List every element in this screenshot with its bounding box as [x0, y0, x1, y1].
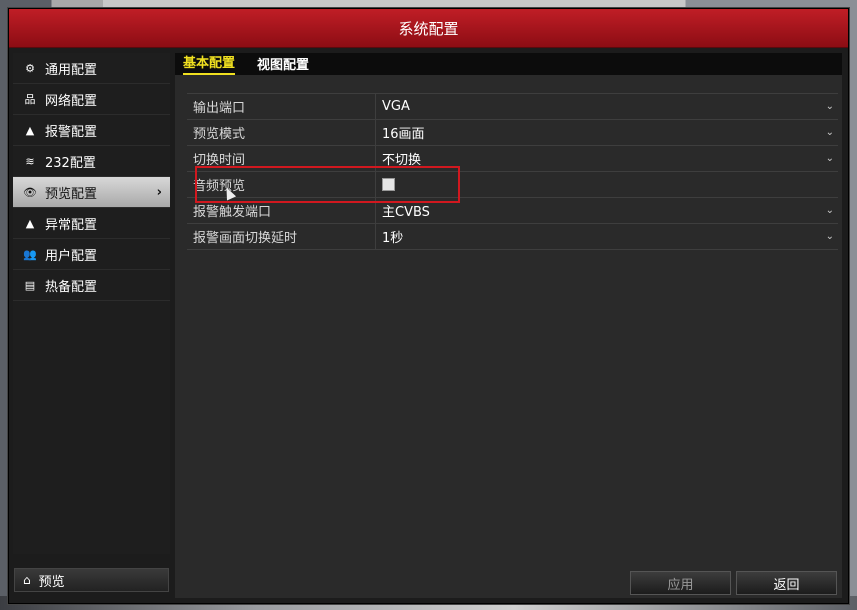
sidebar-item-label: 用户配置: [45, 248, 98, 264]
sidebar-item-232[interactable]: ≋ 232配置: [13, 146, 170, 177]
form-row-preview-mode: 预览模式 16画面 ⌄: [187, 120, 838, 146]
alarm-trigger-port-select[interactable]: 主CVBS ⌄: [376, 198, 838, 223]
form-row-output-port: 输出端口 VGA ⌄: [187, 94, 838, 120]
chevron-down-icon: ⌄: [825, 231, 834, 242]
select-value: VGA: [382, 99, 410, 114]
output-port-select[interactable]: VGA ⌄: [376, 94, 838, 119]
sidebar-item-general[interactable]: ⚙ 通用配置: [13, 53, 170, 84]
home-icon: ⌂: [23, 573, 31, 587]
alarm-switch-delay-select[interactable]: 1秒 ⌄: [376, 224, 838, 249]
apply-button[interactable]: 应用: [630, 571, 731, 595]
sidebar-item-label: 通用配置: [45, 62, 98, 78]
form-row-alarm-switch-delay: 报警画面切换延时 1秒 ⌄: [187, 224, 838, 250]
window-title: 系统配置: [9, 9, 848, 48]
field-label: 预览模式: [187, 120, 376, 145]
form-row-switch-time: 切换时间 不切换 ⌄: [187, 146, 838, 172]
serial-port-icon: ≋: [25, 154, 35, 168]
sidebar-item-users[interactable]: 👥 用户配置: [13, 239, 170, 270]
system-config-window: 系统配置 ⚙ 通用配置 品 网络配置 ▲ 报警配置 ≋ 232配置 👁 预览配置…: [8, 8, 849, 604]
tab-bar: 基本配置 视图配置: [175, 53, 842, 75]
sidebar-item-label: 232配置: [45, 155, 96, 171]
field-label: 切换时间: [187, 146, 376, 171]
alarm-icon: ▲: [25, 123, 35, 137]
warning-icon: ▲: [25, 216, 35, 230]
network-icon: 品: [24, 93, 36, 106]
sidebar-item-exception[interactable]: ▲ 异常配置: [13, 208, 170, 239]
form-row-alarm-trigger-port: 报警触发端口 主CVBS ⌄: [187, 198, 838, 224]
field-label: 报警画面切换延时: [187, 224, 376, 249]
sidebar-item-label: 网络配置: [45, 93, 98, 109]
sidebar-item-label: 异常配置: [45, 217, 98, 233]
select-value: 不切换: [382, 153, 422, 168]
chevron-down-icon: ⌄: [825, 153, 834, 164]
sidebar-item-label: 热备配置: [45, 279, 98, 295]
select-value: 16画面: [382, 127, 425, 142]
sidebar-item-preview[interactable]: 👁 预览配置 ›: [13, 177, 170, 208]
back-button[interactable]: 返回: [736, 571, 837, 595]
chevron-right-icon: ›: [156, 184, 162, 200]
sidebar-item-hot-spare[interactable]: ▤ 热备配置: [13, 270, 170, 301]
sidebar-item-label: 预览配置: [45, 186, 98, 202]
field-label: 音频预览: [187, 172, 376, 197]
audio-preview-checkbox[interactable]: [382, 178, 395, 191]
hot-spare-icon: ▤: [24, 278, 36, 292]
sidebar-item-network[interactable]: 品 网络配置: [13, 84, 170, 115]
gear-icon: ⚙: [25, 61, 35, 75]
sidebar: ⚙ 通用配置 品 网络配置 ▲ 报警配置 ≋ 232配置 👁 预览配置 › ▲ …: [13, 53, 170, 554]
settings-form: 输出端口 VGA ⌄ 预览模式 16画面 ⌄ 切换时间 不切换 ⌄ 音频预览 报…: [187, 93, 838, 250]
tab-view-config[interactable]: 视图配置: [257, 54, 309, 75]
switch-time-select[interactable]: 不切换 ⌄: [376, 146, 838, 171]
preview-button-label: 预览: [38, 574, 65, 590]
sidebar-item-alarm[interactable]: ▲ 报警配置: [13, 115, 170, 146]
audio-preview-cell: [376, 172, 838, 197]
tab-basic-config[interactable]: 基本配置: [183, 52, 236, 75]
form-row-audio-preview: 音频预览: [187, 172, 838, 198]
chevron-down-icon: ⌄: [825, 101, 834, 112]
eye-icon: 👁: [23, 185, 37, 199]
preview-mode-select[interactable]: 16画面 ⌄: [376, 120, 838, 145]
preview-button[interactable]: ⌂ 预览: [14, 568, 169, 592]
users-icon: 👥: [23, 247, 37, 261]
sidebar-item-label: 报警配置: [45, 124, 98, 140]
chevron-down-icon: ⌄: [825, 127, 834, 138]
field-label: 输出端口: [187, 94, 376, 119]
select-value: 1秒: [382, 231, 404, 246]
select-value: 主CVBS: [382, 205, 430, 220]
field-label: 报警触发端口: [187, 198, 376, 223]
chevron-down-icon: ⌄: [825, 205, 834, 216]
main-panel: 基本配置 视图配置 输出端口 VGA ⌄ 预览模式 16画面 ⌄ 切换时间 不切…: [175, 53, 842, 598]
